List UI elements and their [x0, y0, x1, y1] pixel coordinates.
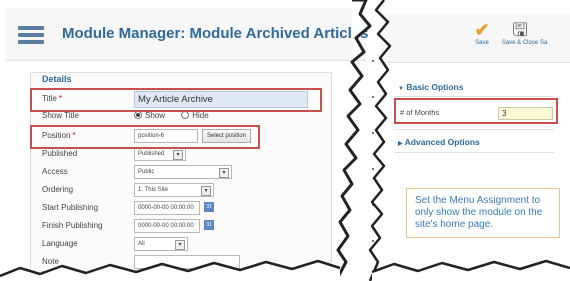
position-label: Position * — [42, 131, 76, 140]
id-label: ID — [42, 270, 50, 279]
ordering-row: Ordering 1. This Site ▾ — [42, 183, 322, 197]
disk-icon: 🖫 — [512, 20, 528, 40]
title-label: Title * — [42, 94, 62, 103]
select-position-button[interactable]: Select position — [202, 129, 252, 143]
position-input[interactable]: position-6 — [134, 129, 198, 143]
months-row: # of Months 3 — [400, 105, 560, 121]
position-row: Position * position-6 Select position — [42, 129, 322, 143]
start-publishing-row: Start Publishing 0000-00-00 00:00:00 31 — [42, 201, 322, 215]
divider — [394, 129, 554, 130]
show-option-label: Show — [145, 111, 166, 120]
published-select[interactable]: Published ▾ — [134, 147, 186, 161]
hide-radio[interactable] — [181, 110, 190, 119]
save-button[interactable]: ✔ Save — [462, 20, 502, 46]
basic-options-header[interactable]: ▼ Basic Options — [398, 82, 463, 92]
ordering-label: Ordering — [42, 185, 74, 194]
show-radio[interactable] — [134, 110, 142, 119]
module-edit-panel: Module Manager: Module Archived Articles… — [6, 8, 369, 279]
chevron-down-icon: ▾ — [175, 240, 185, 250]
divider — [394, 152, 554, 153]
toolbar: ✔ Save 🖫 Save & Close . Sa — [382, 14, 570, 63]
show-title-label: Show Title — [42, 111, 79, 120]
title-row: Title * My Article Archive — [42, 91, 322, 108]
finish-publishing-label: Finish Publishing — [42, 221, 103, 230]
language-row: Language All ▾ — [42, 237, 322, 251]
months-input[interactable]: 3 — [498, 107, 553, 120]
details-legend: Details — [42, 74, 72, 84]
access-select[interactable]: Public ▾ — [134, 165, 232, 179]
triangle-down-icon: ▼ — [398, 86, 404, 92]
language-label: Language — [42, 239, 78, 248]
start-publishing-input[interactable]: 0000-00-00 00:00:00 — [134, 201, 200, 215]
id-row: ID Articles — [42, 268, 322, 281]
show-title-row: Show Title Show Hide — [42, 109, 322, 123]
language-select[interactable]: All ▾ — [134, 237, 188, 251]
chevron-down-icon: ▾ — [173, 150, 183, 160]
chevron-down-icon: ▾ — [219, 168, 229, 178]
save-new-button[interactable]: . Sa — [540, 20, 570, 46]
published-label: Published — [42, 149, 78, 158]
start-publishing-label: Start Publishing — [42, 203, 99, 212]
chevron-down-icon: ▾ — [201, 186, 211, 196]
published-row: Published Published ▾ — [42, 147, 322, 161]
save-close-button[interactable]: 🖫 Save & Close — [500, 20, 540, 46]
calendar-icon[interactable]: 31 — [204, 220, 214, 230]
access-label: Access — [42, 167, 68, 176]
title-input[interactable]: My Article Archive — [134, 91, 308, 108]
triangle-right-icon: ▶ — [398, 141, 403, 147]
finish-publishing-row: Finish Publishing 0000-00-00 00:00:00 31 — [42, 219, 322, 233]
advanced-options-header[interactable]: ▶ Advanced Options — [398, 137, 480, 147]
instruction-note: Set the Menu Assignment to only show the… — [406, 188, 560, 238]
note-label: Note — [42, 257, 59, 266]
access-row: Access Public ▾ — [42, 165, 322, 179]
hamburger-icon[interactable] — [18, 26, 44, 44]
divider — [394, 96, 554, 97]
note-row: Note — [42, 255, 322, 269]
title-bar: Module Manager: Module Archived Articles — [6, 8, 369, 61]
check-icon: ✔ — [474, 20, 490, 40]
articles-fragment: Articles — [222, 272, 242, 278]
hide-option-label: Hide — [192, 111, 209, 120]
page-title: Module Manager: Module Archived Articles — [62, 25, 369, 42]
screenshot: Module Manager: Module Archived Articles… — [0, 0, 570, 281]
calendar-icon[interactable]: 31 — [204, 202, 214, 212]
options-panel: ✔ Save 🖫 Save & Close . Sa ▼ Basic Optio… — [382, 14, 570, 273]
finish-publishing-input[interactable]: 0000-00-00 00:00:00 — [134, 219, 200, 233]
ordering-select[interactable]: 1. This Site ▾ — [134, 183, 214, 197]
note-input[interactable] — [134, 255, 240, 269]
months-label: # of Months — [400, 108, 440, 117]
